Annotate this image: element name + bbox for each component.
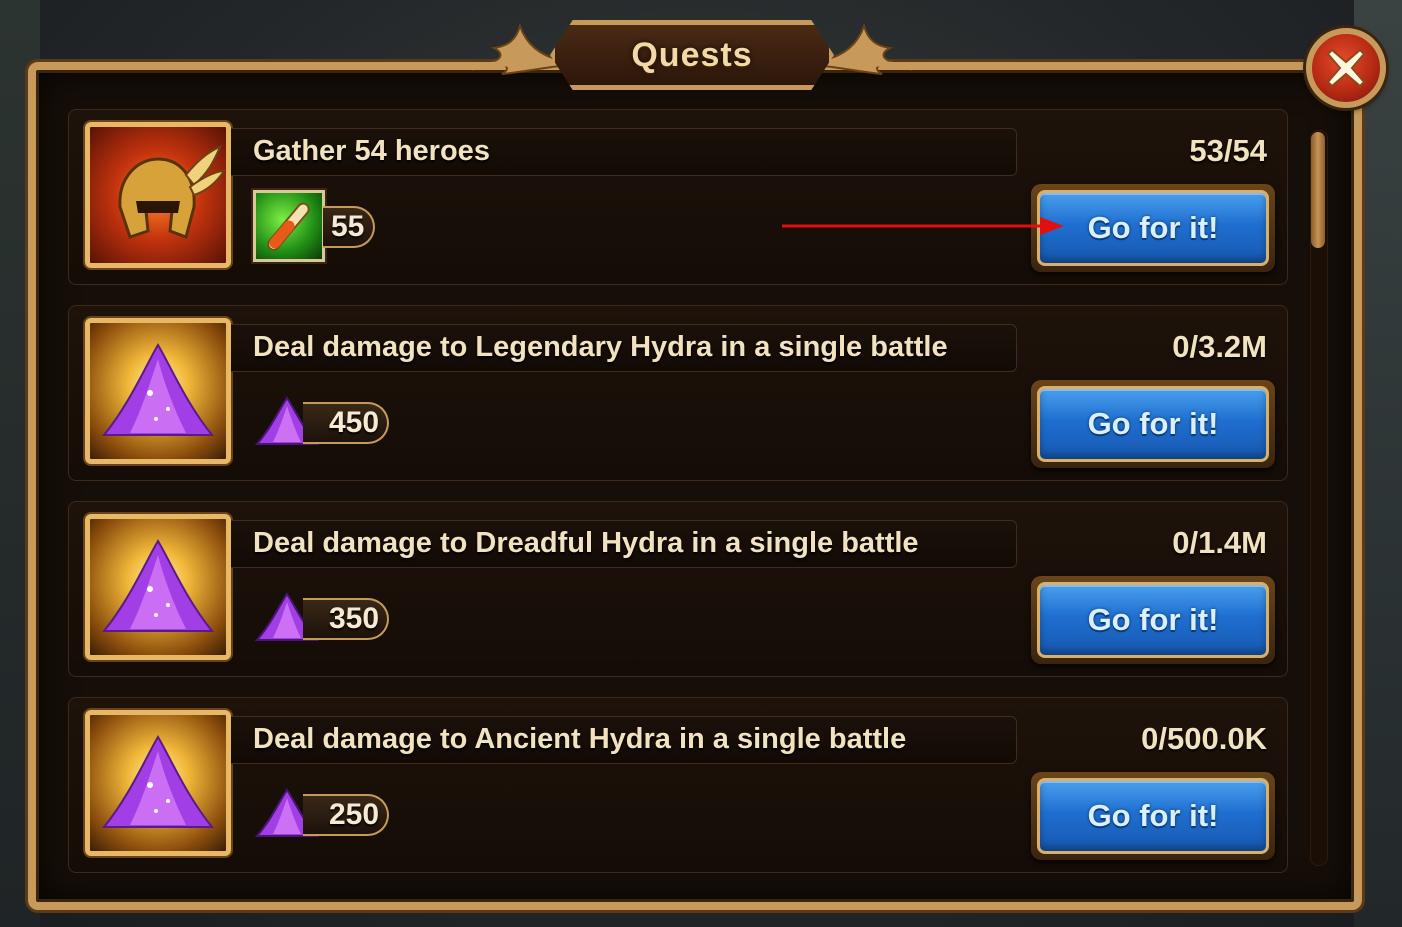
quest-title: Deal damage to Dreadful Hydra in a singl… [253, 527, 919, 559]
go-for-it-label: Go for it! [1037, 778, 1269, 854]
quest-progress: 0/500.0K [1141, 721, 1267, 756]
quest-row: Deal damage to Legendary Hydra in a sing… [68, 305, 1288, 481]
go-for-it-label: Go for it! [1037, 582, 1269, 658]
annotation-arrow-icon [782, 217, 1064, 235]
close-icon [1326, 48, 1366, 88]
potion-icon [253, 190, 325, 262]
quest-row: Gather 54 heroes 53/54 55 Go for it! [68, 109, 1288, 285]
reward-amount: 250 [303, 794, 389, 836]
quest-progress: 0/1.4M [1172, 525, 1267, 560]
go-for-it-button[interactable]: Go for it! [1031, 184, 1275, 272]
go-for-it-button[interactable]: Go for it! [1031, 772, 1275, 860]
go-for-it-button[interactable]: Go for it! [1031, 380, 1275, 468]
quest-title: Deal damage to Ancient Hydra in a single… [253, 723, 907, 755]
scrollbar-thumb[interactable] [1311, 132, 1325, 248]
quest-progress: 0/3.2M [1172, 329, 1267, 364]
close-button[interactable] [1306, 28, 1386, 108]
quest-progress: 53/54 [1189, 133, 1267, 168]
magic-dust-icon [85, 514, 231, 660]
magic-dust-icon [85, 710, 231, 856]
reward-amount: 350 [303, 598, 389, 640]
quest-row: Deal damage to Dreadful Hydra in a singl… [68, 501, 1288, 677]
wing-left-icon [472, 22, 561, 75]
quest-title: Deal damage to Legendary Hydra in a sing… [253, 331, 948, 363]
go-for-it-button[interactable]: Go for it! [1031, 576, 1275, 664]
go-for-it-label: Go for it! [1037, 190, 1269, 266]
magic-dust-icon [85, 318, 231, 464]
page-title: Quests [631, 35, 753, 74]
helmet-icon [85, 122, 231, 268]
quest-row: Deal damage to Ancient Hydra in a single… [68, 697, 1288, 873]
go-for-it-label: Go for it! [1037, 386, 1269, 462]
reward-amount: 55 [323, 206, 375, 248]
reward-amount: 450 [303, 402, 389, 444]
quest-title: Gather 54 heroes [253, 135, 490, 167]
title-header: Quests [472, 8, 912, 94]
wing-right-icon [823, 22, 912, 75]
